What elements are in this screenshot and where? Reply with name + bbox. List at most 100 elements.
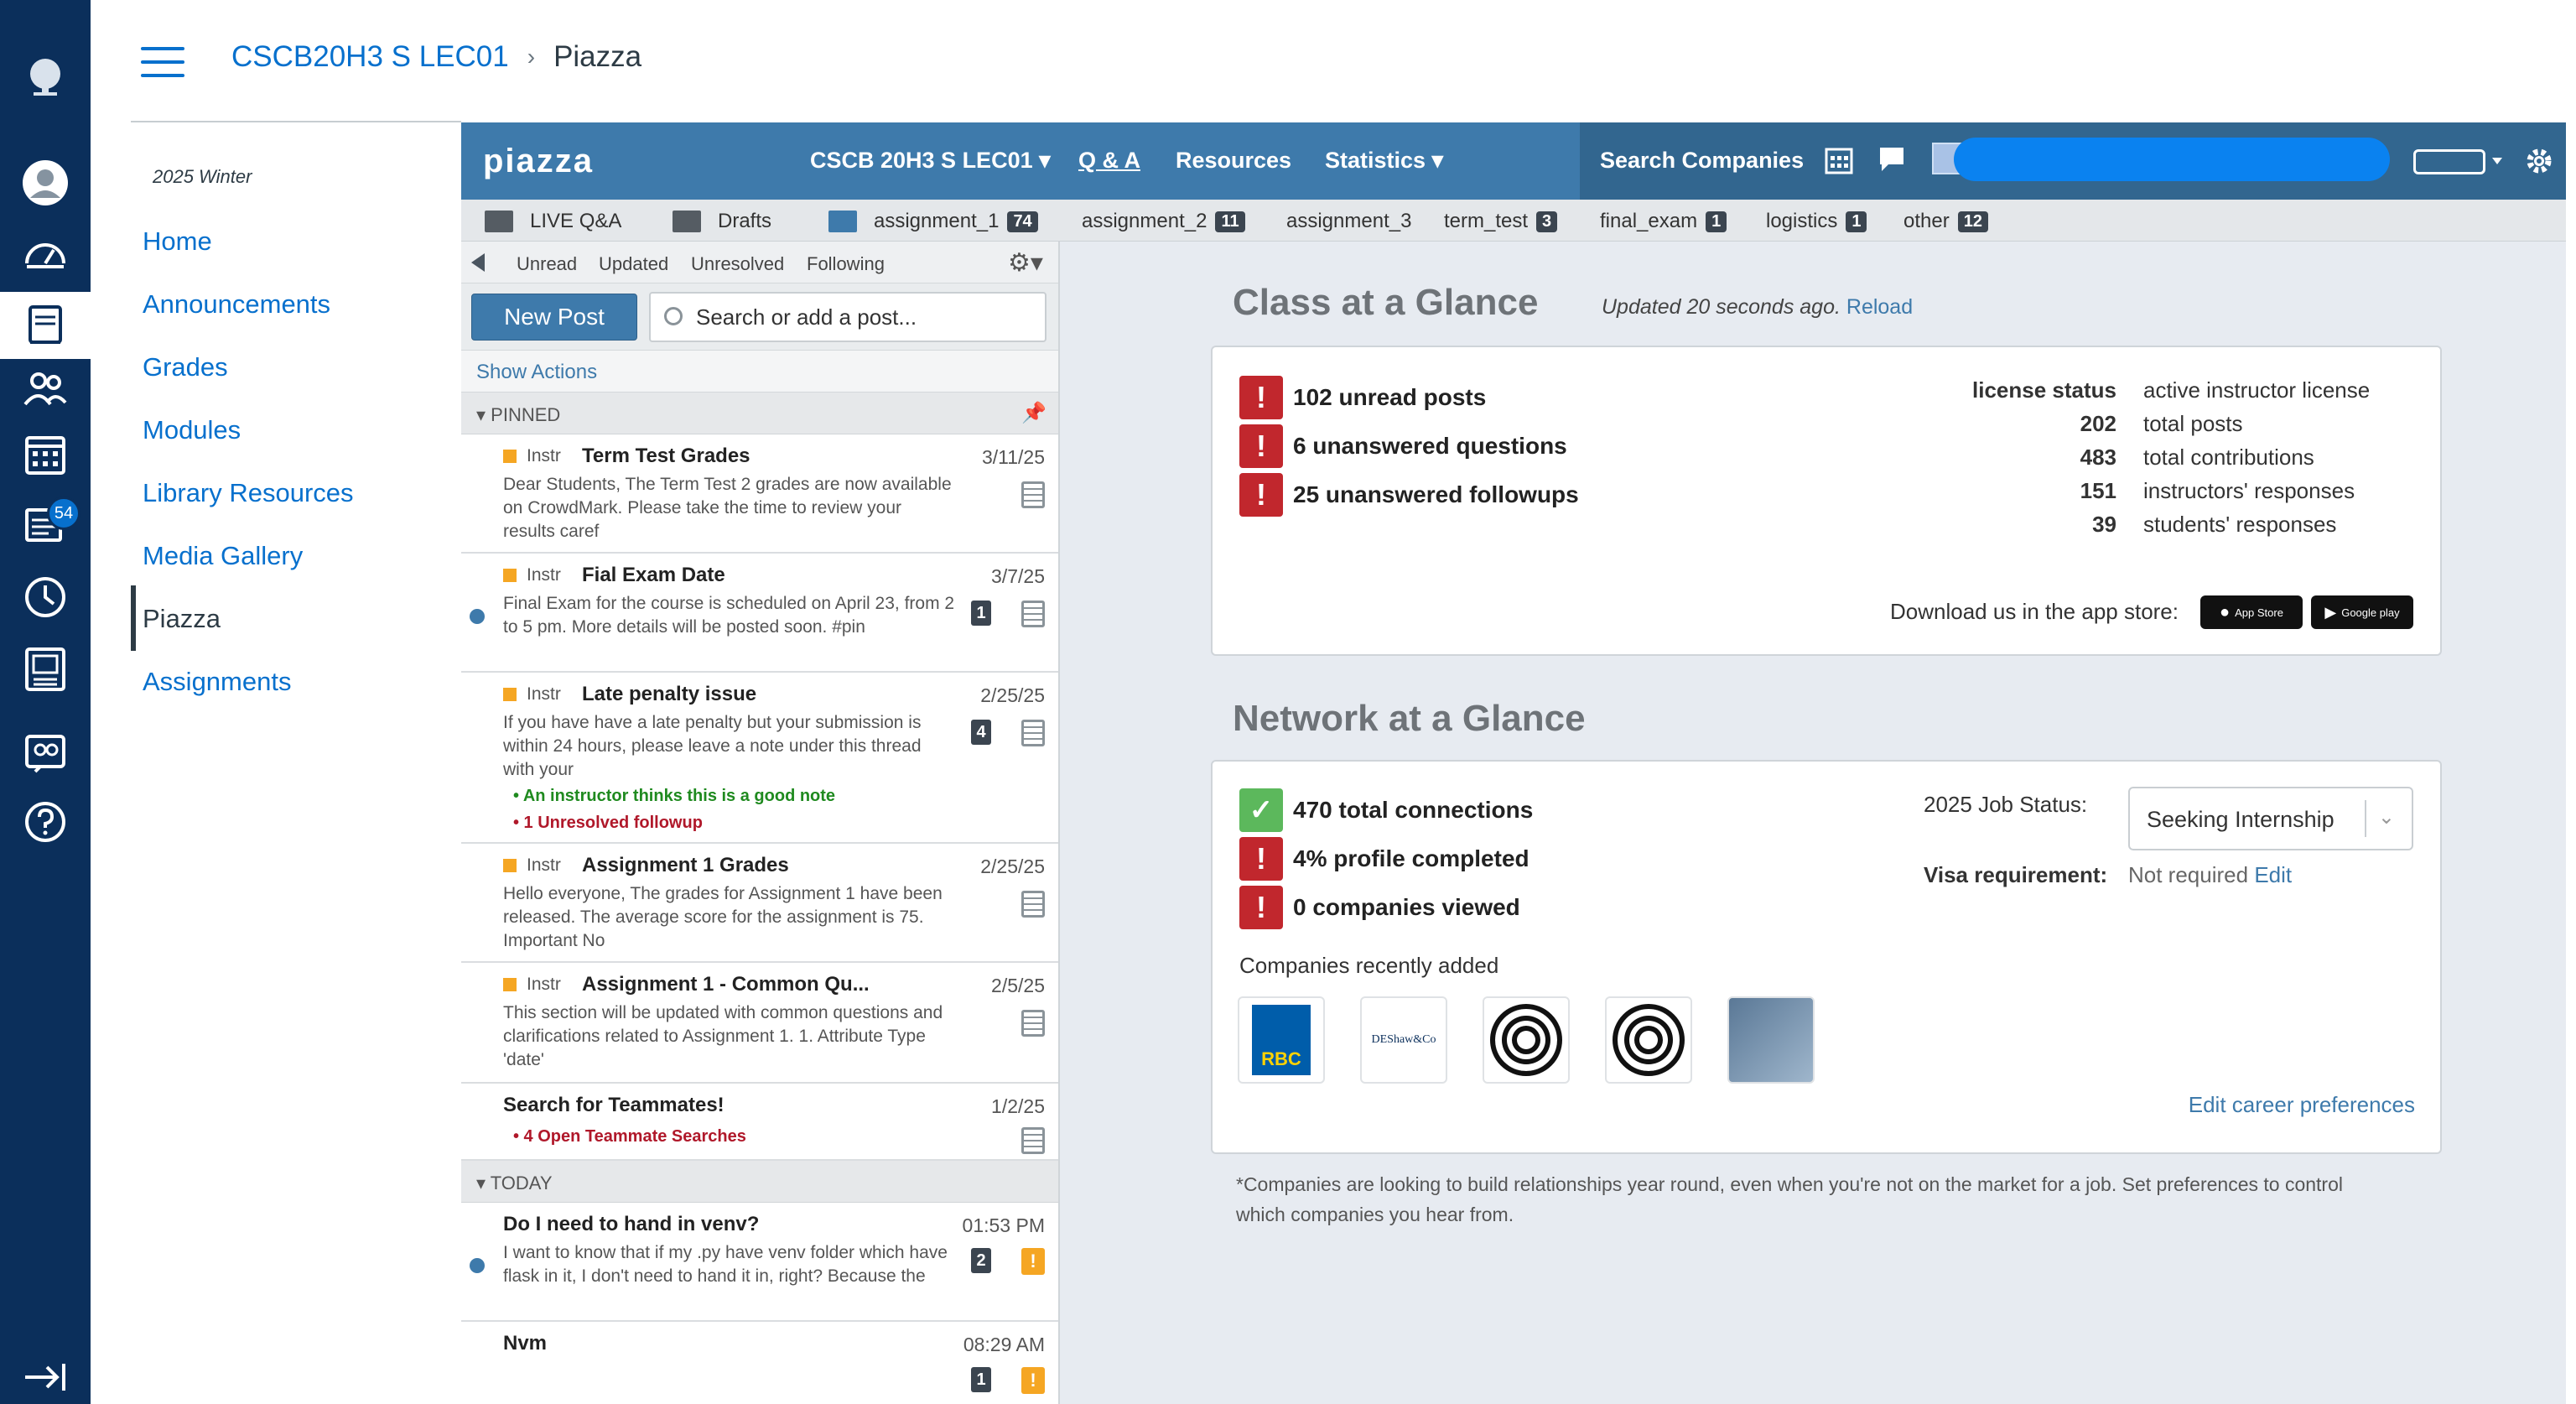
history-icon[interactable] bbox=[0, 567, 91, 627]
post-snippet: This section will be updated with common… bbox=[503, 1003, 943, 1069]
edit-career-preferences-link[interactable]: Edit career preferences bbox=[2189, 1092, 2415, 1118]
new-post-button[interactable]: New Post bbox=[471, 294, 637, 341]
post-item[interactable]: Search for Teammates! 1/2/25 • 4 Open Te… bbox=[461, 1084, 1058, 1161]
folder-assignment-3[interactable]: assignment_3 bbox=[1286, 210, 1411, 233]
filter-unread[interactable]: Unread bbox=[517, 253, 577, 275]
unanswered-questions-alert[interactable]: ! 6 unanswered questions bbox=[1239, 424, 1567, 468]
stat-instructor-responses: 151 instructors' responses bbox=[2080, 478, 2355, 503]
courses-icon[interactable] bbox=[0, 292, 91, 359]
connections-status[interactable]: ✓ 470 total connections bbox=[1239, 788, 1533, 832]
company-logo-ring-1[interactable] bbox=[1483, 996, 1570, 1084]
stat-total-posts: 202 total posts bbox=[2080, 411, 2243, 436]
company-logo-rbc[interactable]: RBC bbox=[1238, 996, 1325, 1084]
show-actions-link[interactable]: Show Actions bbox=[461, 351, 1058, 393]
visa-edit-link[interactable]: Edit bbox=[2254, 862, 2292, 887]
course-nav-home[interactable]: Home bbox=[143, 226, 212, 257]
help-icon[interactable] bbox=[0, 792, 91, 852]
company-logo-abstract[interactable] bbox=[1727, 996, 1815, 1084]
job-status-select[interactable]: Seeking Internship ⌄ bbox=[2128, 787, 2413, 850]
collapse-nav-icon[interactable] bbox=[0, 1359, 91, 1396]
nav-statistics[interactable]: Statistics ▾ bbox=[1325, 148, 1443, 174]
deshaw-logo-text: DEShaw&Co bbox=[1371, 1033, 1436, 1046]
course-nav-piazza[interactable]: Piazza bbox=[143, 604, 221, 634]
course-nav-assignments[interactable]: Assignments bbox=[143, 667, 291, 697]
folder-label: assignment_3 bbox=[1286, 210, 1412, 232]
calendar-icon[interactable] bbox=[1825, 146, 1853, 174]
calendar-icon[interactable] bbox=[0, 424, 91, 485]
breadcrumb: CSCB20H3 S LEC01 › Piazza bbox=[231, 40, 641, 74]
folder-other[interactable]: other 12 bbox=[1903, 210, 1988, 233]
filter-updated[interactable]: Updated bbox=[599, 253, 668, 275]
course-nav-announcements[interactable]: Announcements bbox=[143, 289, 330, 320]
section-header-today[interactable]: ▾ TODAY bbox=[461, 1161, 1058, 1203]
class-dropdown[interactable]: CSCB 20H3 S LEC01 ▾ bbox=[810, 148, 1051, 174]
groups-icon[interactable] bbox=[0, 359, 91, 419]
studio-icon[interactable] bbox=[0, 639, 91, 699]
reply-count: 4 bbox=[971, 720, 991, 745]
google-play-badge[interactable]: ▶ Google play bbox=[2311, 595, 2413, 629]
collapse-feed-arrow-icon[interactable] bbox=[471, 253, 485, 272]
new-post-label: New Post bbox=[504, 304, 605, 330]
chat-icon[interactable] bbox=[1878, 146, 1905, 173]
folder-drafts[interactable]: Drafts bbox=[673, 210, 771, 233]
post-item[interactable]: Do I need to hand in venv? 01:53 PM I wa… bbox=[461, 1203, 1058, 1322]
profile-status[interactable]: ! 4% profile completed bbox=[1239, 837, 1530, 881]
filter-following[interactable]: Following bbox=[807, 253, 885, 275]
breadcrumb-current: Piazza bbox=[553, 40, 642, 73]
commons-icon[interactable] bbox=[0, 723, 91, 783]
course-menu-toggle[interactable] bbox=[141, 47, 184, 77]
search-companies-link[interactable]: Search Companies bbox=[1600, 148, 1804, 174]
section-header-pinned[interactable]: ▾ PINNED 📌 bbox=[461, 393, 1058, 434]
folder-term-test[interactable]: term_test 3 bbox=[1444, 210, 1558, 233]
companies-footnote: *Companies are looking to build relation… bbox=[1236, 1173, 2343, 1225]
companies-viewed-status[interactable]: ! 0 companies viewed bbox=[1239, 886, 1520, 929]
account-dropdown[interactable] bbox=[2413, 149, 2485, 174]
course-nav-modules[interactable]: Modules bbox=[143, 415, 241, 445]
note-icon bbox=[1021, 601, 1045, 627]
course-nav-media-gallery[interactable]: Media Gallery bbox=[143, 541, 303, 571]
folder-final-exam[interactable]: final_exam 1 bbox=[1600, 210, 1727, 233]
nav-resources[interactable]: Resources bbox=[1176, 148, 1291, 174]
post-title: Late penalty issue bbox=[582, 683, 757, 705]
folder-logistics[interactable]: logistics 1 bbox=[1766, 210, 1867, 233]
folder-bar: LIVE Q&A Drafts assignment_1 74 assignmen… bbox=[461, 200, 2566, 242]
updated-status: Updated 20 seconds ago. Reload bbox=[1602, 295, 1913, 320]
piazza-logo[interactable]: piazza bbox=[483, 143, 594, 180]
folder-icon bbox=[485, 211, 513, 232]
settings-gear-icon[interactable] bbox=[2524, 146, 2554, 176]
dashboard-icon[interactable] bbox=[0, 225, 91, 285]
account-icon[interactable] bbox=[0, 153, 91, 213]
reload-link[interactable]: Reload bbox=[1846, 295, 1913, 319]
course-nav-library-resources[interactable]: Library Resources bbox=[143, 478, 354, 508]
nav-qa[interactable]: Q & A bbox=[1078, 148, 1140, 174]
breadcrumb-course[interactable]: CSCB20H3 S LEC01 bbox=[231, 40, 509, 74]
folder-assignment-2[interactable]: assignment_2 11 bbox=[1082, 210, 1245, 233]
app-store-badge[interactable]: ● App Store bbox=[2200, 595, 2303, 629]
folder-count: 1 bbox=[1846, 211, 1867, 232]
post-date: 2/25/25 bbox=[980, 855, 1045, 877]
post-item[interactable]: Instr Term Test Grades 3/11/25 Dear Stud… bbox=[461, 434, 1058, 554]
folder-icon bbox=[828, 211, 857, 232]
filter-unresolved[interactable]: Unresolved bbox=[691, 253, 784, 275]
download-app-text: Download us in the app store: bbox=[1890, 599, 2179, 624]
post-item[interactable]: Instr Assignment 1 Grades 2/25/25 Hello … bbox=[461, 844, 1058, 963]
unread-posts-alert[interactable]: ! 102 unread posts bbox=[1239, 376, 1486, 419]
folder-live-qa[interactable]: LIVE Q&A bbox=[485, 210, 621, 233]
course-nav-grades[interactable]: Grades bbox=[143, 352, 228, 382]
alert-text: 0 companies viewed bbox=[1293, 894, 1520, 920]
post-item[interactable]: Nvm 08:29 AM 1 ! bbox=[461, 1322, 1058, 1404]
post-item[interactable]: Instr Assignment 1 - Common Qu... 2/5/25… bbox=[461, 963, 1058, 1084]
feed-settings-gear-icon[interactable]: ⚙▾ bbox=[1008, 248, 1043, 278]
unanswered-followups-alert[interactable]: ! 25 unanswered followups bbox=[1239, 473, 1579, 517]
company-logo-deshaw[interactable]: DEShaw&Co bbox=[1360, 996, 1447, 1084]
note-icon bbox=[1021, 891, 1045, 918]
post-title: Term Test Grades bbox=[582, 445, 750, 467]
company-logo-ring-2[interactable] bbox=[1605, 996, 1692, 1084]
post-item[interactable]: Instr Fial Exam Date 3/7/25 Final Exam f… bbox=[461, 554, 1058, 673]
feed-filters: Unread Updated Unresolved Following ⚙▾ bbox=[461, 242, 1058, 283]
post-item[interactable]: Instr Late penalty issue 2/25/25 If you … bbox=[461, 673, 1058, 844]
university-logo-icon[interactable] bbox=[0, 47, 91, 107]
post-search-input[interactable]: Search or add a post... bbox=[649, 292, 1046, 342]
folder-assignment-1[interactable]: assignment_1 74 bbox=[828, 210, 1038, 233]
stat-license: license status active instructor license bbox=[1972, 377, 2371, 403]
